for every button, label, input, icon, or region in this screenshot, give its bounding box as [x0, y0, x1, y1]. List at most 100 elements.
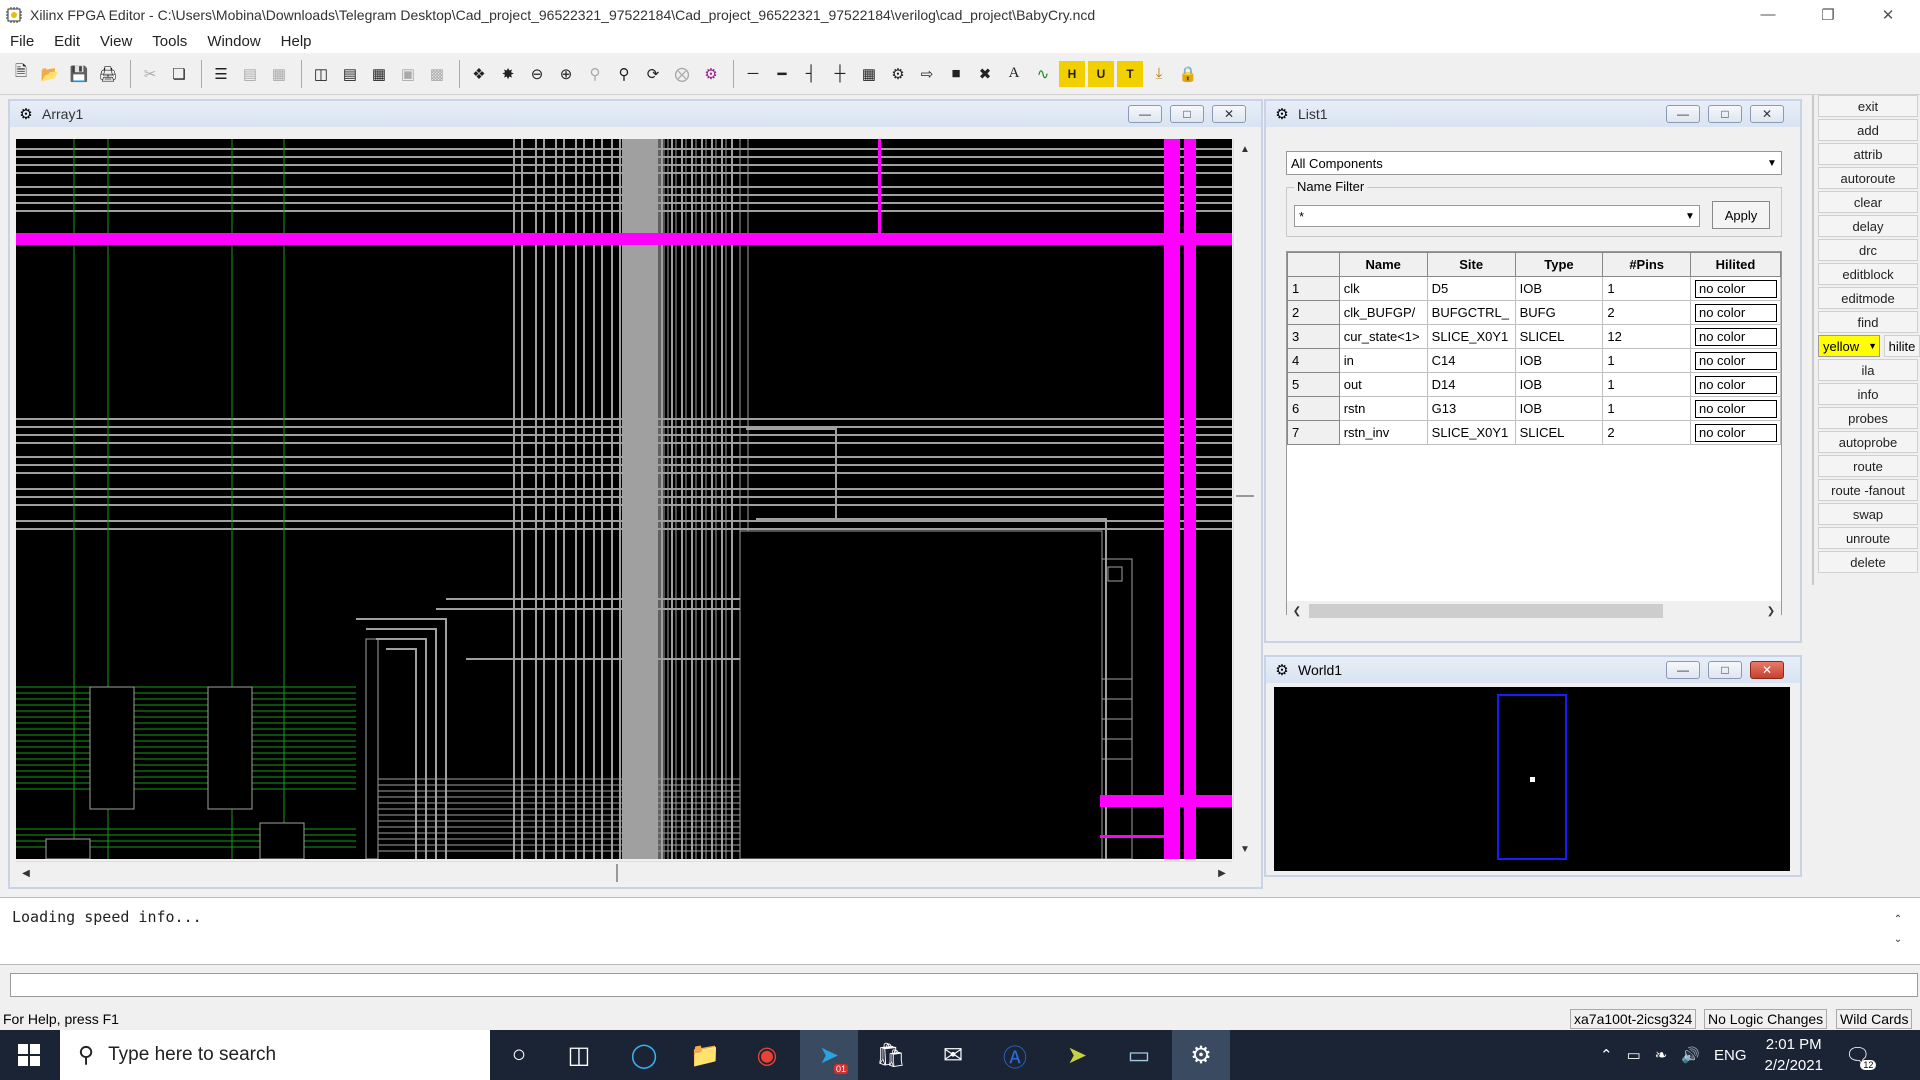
autoroute-button[interactable]: autoroute: [1818, 167, 1918, 189]
zoom-in-icon[interactable]: ⊕: [553, 61, 579, 87]
cell-name[interactable]: clk: [1338, 276, 1428, 301]
vertical-scroll-thumb[interactable]: [1236, 495, 1254, 501]
table-row[interactable]: 6 rstn G13 IOB 1 no color: [1287, 396, 1782, 421]
cell-hilited[interactable]: no color: [1689, 348, 1782, 373]
array-horizontal-scrollbar[interactable]: ◀ ▶: [16, 861, 1232, 883]
new-file-icon[interactable]: 🗎: [8, 61, 34, 87]
word-icon[interactable]: Ⓐ: [986, 1030, 1044, 1080]
stop-icon[interactable]: ⨂: [669, 61, 695, 87]
editblock-button[interactable]: editblock: [1818, 263, 1918, 285]
hilite-color-select[interactable]: yellow ▼: [1818, 335, 1880, 357]
scroll-left-arrow-icon[interactable]: ❮: [1287, 601, 1307, 621]
autoprobe-button[interactable]: autoprobe: [1818, 431, 1918, 453]
delete-button[interactable]: delete: [1818, 551, 1918, 573]
chevron-down-icon[interactable]: ▼: [1681, 206, 1699, 226]
list-view-icon[interactable]: ☰: [208, 61, 234, 87]
fpga-editor-taskbar-icon[interactable]: ⚙: [1172, 1030, 1230, 1080]
routes-icon[interactable]: ⇨: [914, 61, 940, 87]
grid-window-icon[interactable]: ▦: [366, 61, 392, 87]
cell-hilited[interactable]: no color: [1689, 396, 1782, 421]
add-button[interactable]: add: [1818, 119, 1918, 141]
scroll-up-arrow-icon[interactable]: ▲: [1234, 139, 1256, 159]
components-icon[interactable]: ▦: [856, 61, 882, 87]
column-header-name[interactable]: Name: [1338, 252, 1428, 277]
hilite-color-field[interactable]: no color: [1694, 303, 1777, 322]
text-icon[interactable]: A: [1001, 61, 1027, 87]
hilite-h-icon[interactable]: H: [1059, 60, 1085, 87]
horizontal-scroll-thumb[interactable]: [616, 864, 634, 882]
world-close-button[interactable]: ✕: [1750, 661, 1784, 679]
list-horizontal-scrollbar[interactable]: ❮ ❯: [1287, 601, 1781, 621]
world-overview-canvas[interactable]: [1274, 687, 1790, 871]
timing-icon[interactable]: ∿: [1030, 61, 1056, 87]
clock[interactable]: 2:01 PM 2/2/2021: [1765, 1034, 1823, 1076]
open-file-icon[interactable]: 📂: [37, 61, 63, 87]
list-minimize-button[interactable]: —: [1666, 105, 1700, 123]
ratsnest-icon[interactable]: ■: [943, 61, 969, 87]
notepad-icon[interactable]: ▭: [1110, 1030, 1168, 1080]
cell-name[interactable]: cur_state<1>: [1338, 324, 1428, 349]
zoom-out-icon[interactable]: ⊖: [524, 61, 550, 87]
array-minimize-button[interactable]: —: [1128, 105, 1162, 123]
task-view-icon[interactable]: ◫: [550, 1030, 608, 1080]
site-pin-icon[interactable]: ┼: [827, 61, 853, 87]
component-filter-select[interactable]: All Components ▼: [1286, 151, 1782, 175]
cell-name[interactable]: in: [1338, 348, 1428, 373]
tray-overflow-chevron-icon[interactable]: ⌃: [1600, 1046, 1613, 1064]
command-input[interactable]: [10, 973, 1918, 997]
notification-center-icon[interactable]: 🗨 12: [1845, 1043, 1877, 1070]
probes-button[interactable]: probes: [1818, 407, 1918, 429]
console-scroll-down-icon[interactable]: ⌄: [1888, 932, 1908, 946]
hilite-t-icon[interactable]: T: [1117, 60, 1143, 87]
array-window-icon[interactable]: ◫: [308, 61, 334, 87]
hilite-color-field[interactable]: no color: [1694, 375, 1777, 394]
menu-window[interactable]: Window: [197, 33, 270, 50]
windows-start-icon[interactable]: [0, 1030, 58, 1080]
list-maximize-button[interactable]: □: [1708, 105, 1742, 123]
hilite-color-field[interactable]: no color: [1694, 423, 1777, 442]
route-fanout-button[interactable]: route -fanout: [1818, 479, 1918, 501]
tools-icon[interactable]: ⚙: [698, 61, 724, 87]
world-minimize-button[interactable]: —: [1666, 661, 1700, 679]
unroute-button[interactable]: unroute: [1818, 527, 1918, 549]
microsoft-store-icon[interactable]: 🛍: [862, 1030, 920, 1080]
drc-button[interactable]: drc: [1818, 239, 1918, 261]
long-wire-icon[interactable]: ━: [769, 61, 795, 87]
menu-tools[interactable]: Tools: [142, 33, 197, 50]
column-header-site[interactable]: Site: [1426, 252, 1516, 277]
chevron-down-icon[interactable]: ▼: [1763, 152, 1781, 174]
array-vertical-scrollbar[interactable]: ▲ ▼: [1233, 139, 1255, 859]
list-close-button[interactable]: ✕: [1750, 105, 1784, 123]
download-icon[interactable]: ⤓: [1146, 61, 1172, 87]
cell-hilited[interactable]: no color: [1689, 324, 1782, 349]
hilite-color-field[interactable]: no color: [1694, 399, 1777, 418]
zoom-selection-icon[interactable]: ✸: [495, 61, 521, 87]
menu-view[interactable]: View: [90, 33, 142, 50]
ila-button[interactable]: ila: [1818, 359, 1918, 381]
cell-hilited[interactable]: no color: [1689, 420, 1782, 445]
chevron-down-icon[interactable]: ▼: [1868, 341, 1877, 351]
print-icon[interactable]: 🖨: [95, 61, 121, 87]
menu-help[interactable]: Help: [271, 33, 322, 50]
telegram-icon[interactable]: ➤ 01: [800, 1030, 858, 1080]
delay-button[interactable]: delay: [1818, 215, 1918, 237]
switchbox-icon[interactable]: ✖: [972, 61, 998, 87]
clear-button[interactable]: clear: [1818, 191, 1918, 213]
array-maximize-button[interactable]: □: [1170, 105, 1204, 123]
swap-button[interactable]: swap: [1818, 503, 1918, 525]
hilite-color-field[interactable]: no color: [1694, 351, 1777, 370]
cell-name[interactable]: out: [1338, 372, 1428, 397]
edge-browser-icon[interactable]: ◯: [615, 1030, 673, 1080]
file-explorer-icon[interactable]: 📁: [676, 1030, 734, 1080]
redraw-icon[interactable]: ⟳: [640, 61, 666, 87]
hilite-u-icon[interactable]: U: [1088, 60, 1114, 87]
cell-hilited[interactable]: no color: [1689, 300, 1782, 325]
menu-file[interactable]: File: [0, 33, 44, 50]
scroll-down-arrow-icon[interactable]: ▼: [1234, 839, 1256, 859]
fpga-array-canvas[interactable]: [16, 139, 1232, 859]
table-row[interactable]: 7 rstn_inv SLICE_X0Y1 SLICEL 2 no color: [1287, 420, 1782, 445]
cell-name[interactable]: clk_BUFGP/: [1338, 300, 1428, 325]
select-icon[interactable]: ❏: [166, 61, 192, 87]
lock-icon[interactable]: 🔒: [1175, 61, 1201, 87]
find-button[interactable]: find: [1818, 311, 1918, 333]
